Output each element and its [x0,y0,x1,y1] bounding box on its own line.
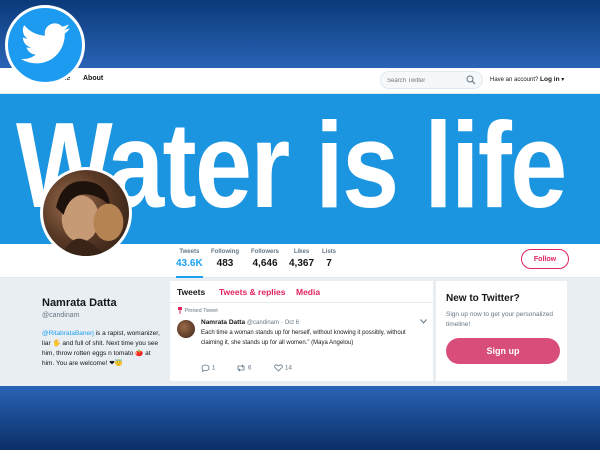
profile-name[interactable]: Namrata Datta [42,297,117,309]
pinned-text: Pinned Tweet [184,307,218,314]
signup-description: Sign up now to get your personalized tim… [446,311,553,328]
tweet-text: Each time a woman stands up for herself,… [201,330,406,346]
background-bottom [0,385,600,450]
background-top [0,0,600,70]
stat-label: Tweets [179,249,200,255]
search-icon[interactable] [466,75,476,85]
profile-bio: @RitabrataBanerj is a rapist, womanizer,… [42,329,160,369]
heart-emoji: ❤😇 [109,360,123,367]
reply-action[interactable]: 1 [201,364,216,373]
retweet-count: 6 [247,364,252,372]
timeline: Tweets Tweets & replies Media Pinned Twe… [170,281,433,381]
login-link[interactable]: Log in [540,76,560,83]
bio-mention-link[interactable]: @RitabrataBanerj [42,330,94,337]
stat-label: Likes [293,249,310,255]
reply-icon [201,364,210,373]
stat-following[interactable]: Following 483 [211,249,239,269]
retweet-action[interactable]: 6 [236,364,251,372]
retweet-icon [237,364,245,372]
signup-card: New to Twitter? Sign up now to get your … [436,281,567,381]
like-action[interactable]: 14 [274,364,292,372]
stat-label: Followers [251,249,280,255]
heart-icon [274,364,283,372]
reply-count: 1 [211,364,216,372]
stat-value: 483 [216,258,234,269]
twitter-logo [5,5,85,85]
stat-followers[interactable]: Followers 4,646 [251,249,279,269]
stat-value: 4,646 [252,258,278,269]
tab-tweets[interactable]: Tweets [177,287,205,297]
twitter-bird-icon [21,23,71,64]
signup-button[interactable]: Sign up [446,338,560,364]
top-navbar: ne About Have an account? Log in ▾ [0,68,600,94]
profile-handle[interactable]: @candinam [42,312,79,319]
pinned-tweet-label: Pinned Tweet [177,307,218,314]
twitter-profile-screen: ne About Have an account? Log in ▾ Water… [0,68,600,386]
chevron-down-icon[interactable] [420,319,427,324]
stat-lists[interactable]: Lists 7 [322,249,336,269]
account-prompt-text: Have an account? [490,77,539,83]
chevron-down-icon[interactable]: ▾ [561,77,564,83]
stat-value: 7 [326,258,332,269]
tab-media[interactable]: Media [296,287,320,297]
like-count: 14 [284,364,293,372]
account-prompt: Have an account? Log in ▾ [490,76,564,83]
stat-label: Following [211,249,239,255]
avatar-photo [56,181,124,256]
stat-value: 43.6K [176,258,203,269]
avatar[interactable] [40,167,132,259]
timeline-tabs: Tweets Tweets & replies Media [170,281,433,303]
stat-likes[interactable]: Likes 4,367 [289,249,314,269]
nav-about-link[interactable]: About [83,75,103,82]
stat-tweets[interactable]: Tweets 43.6K [176,249,203,278]
tweet-separator: · [280,320,283,326]
tweet-header: Namrata Datta @candinam · Oct 6 [201,319,299,326]
stat-value: 4,367 [289,258,315,269]
search-input[interactable] [387,75,467,86]
pin-icon [178,307,182,314]
tweet-avatar[interactable] [177,320,195,338]
tweet-date[interactable]: Oct 6 [285,320,299,326]
hand-emoji: 🖐 [52,340,61,347]
tweet-author[interactable]: Namrata Datta [201,319,245,326]
tweet-handle[interactable]: @candinam [247,320,279,326]
search-box[interactable] [380,71,483,89]
follow-button[interactable]: Follow [521,249,569,269]
stat-label: Lists [322,249,337,255]
tab-tweets-replies[interactable]: Tweets & replies [219,287,285,297]
signup-title: New to Twitter? [446,293,520,304]
